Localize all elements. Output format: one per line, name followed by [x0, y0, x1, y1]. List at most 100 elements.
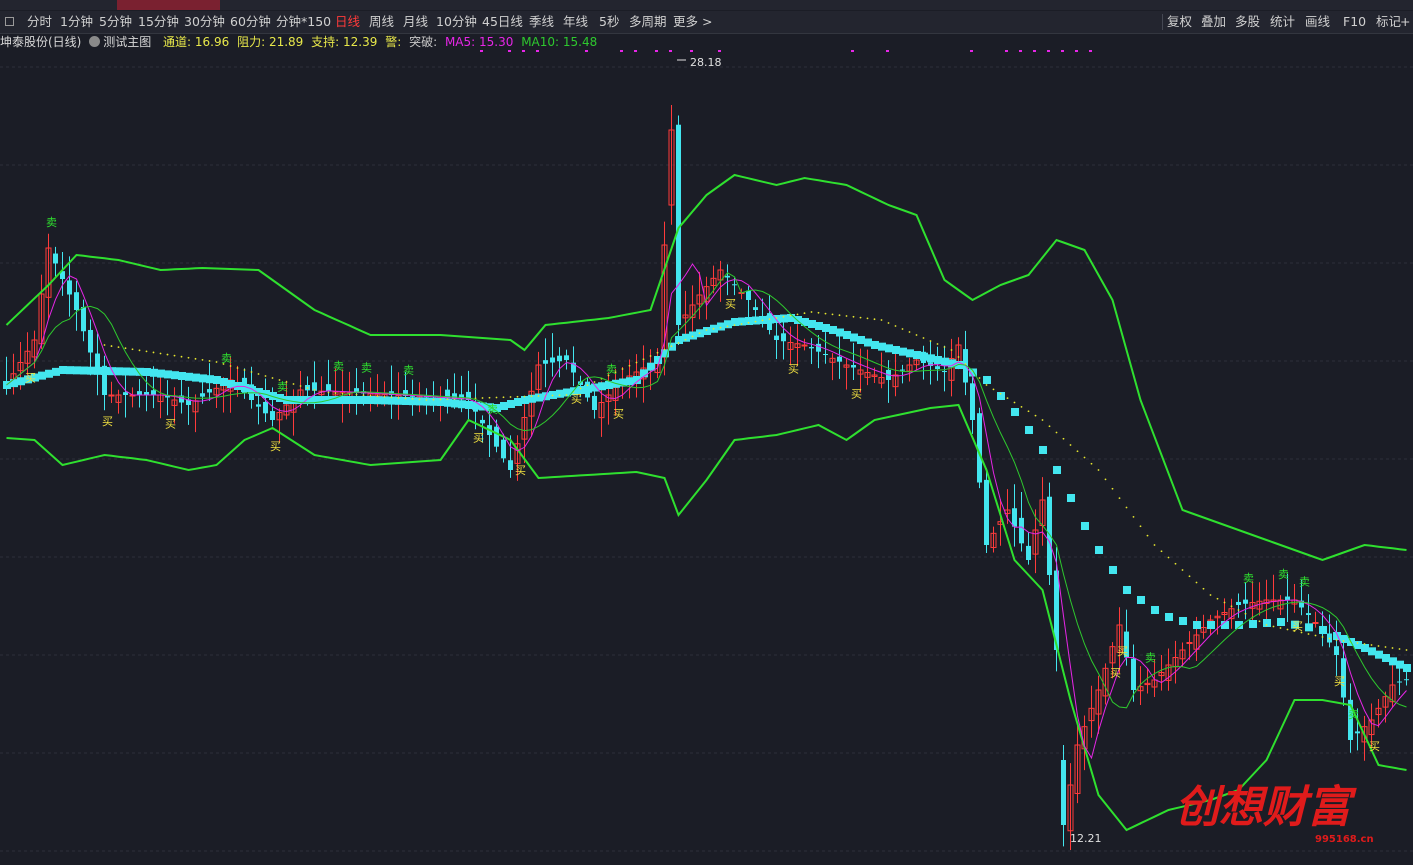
sar-dot [229, 365, 232, 367]
sar-dot [1356, 642, 1359, 644]
candle-body-down [725, 275, 730, 278]
buy-signal-label: 买 [1110, 667, 1121, 680]
ribbon-segment [1375, 650, 1383, 659]
period-toolbar: 分时 1分钟 5分钟 15分钟 30分钟 60分钟 分钟*150 日线 周线 月线 10分钟 45日线… [0, 11, 1413, 34]
ribbon-segment [381, 396, 389, 405]
period-tab-7[interactable]: 日线 [335, 11, 360, 33]
candle-body-down [942, 371, 947, 373]
sar-dot [537, 395, 540, 397]
ribbon-segment [206, 375, 214, 384]
ribbon-segment [808, 320, 816, 328]
sell-signal-label: 卖 [277, 381, 288, 394]
ribbon-segment [465, 401, 473, 409]
ribbon-segment [1165, 613, 1173, 621]
tool-button-4[interactable]: 画线 [1305, 11, 1330, 33]
sar-dot [411, 398, 414, 400]
top-alert-marker [585, 50, 588, 52]
tool-button-2[interactable]: 多股 [1235, 11, 1260, 33]
sar-dot [880, 319, 883, 321]
period-tab-1[interactable]: 1分钟 [60, 11, 93, 33]
sar-dot [187, 356, 190, 359]
period-tab-8[interactable]: 周线 [369, 11, 394, 33]
period-tab-9[interactable]: 月线 [403, 11, 428, 33]
sell-signal-label: 卖 [403, 364, 414, 377]
sar-dot [1062, 437, 1065, 440]
top-alert-marker [522, 50, 525, 52]
buy-signal-label: 买 [270, 440, 281, 453]
ribbon-segment [514, 398, 522, 406]
sar-dot [418, 398, 421, 401]
period-tab-3[interactable]: 15分钟 [138, 11, 179, 33]
ribbon-segment [864, 338, 872, 347]
ribbon-segment [752, 316, 760, 325]
tool-button-3[interactable]: 统计 [1270, 11, 1295, 33]
candle-body-down [809, 347, 814, 349]
top-alert-marker [1005, 50, 1008, 52]
support-value: 支持: 12.39 [311, 35, 378, 49]
top-alert-marker [536, 50, 539, 52]
period-tab-14[interactable]: 5秒 [599, 11, 619, 33]
candle-body-down [557, 355, 562, 362]
ribbon-segment [591, 383, 599, 392]
period-tab-11[interactable]: 45日线 [482, 11, 523, 33]
ribbon-segment [1249, 620, 1257, 628]
sar-dot [831, 313, 834, 316]
candlestick-chart[interactable]: 买买 买买买买买买买买买买买买买买卖卖卖卖卖卖卖卖卖卖 卖卖卖28.1812.21创… [0, 50, 1413, 865]
tool-button-0[interactable]: 复权 [1167, 11, 1192, 33]
panel-toggle-icon[interactable] [5, 17, 14, 26]
ribbon-segment [878, 342, 886, 351]
period-tab-6[interactable]: 分钟*150 [276, 11, 331, 33]
candle-body-down [1306, 613, 1311, 615]
sar-dot [894, 325, 897, 327]
active-window-tab[interactable] [117, 0, 220, 10]
top-alert-marker [851, 50, 854, 52]
tool-button-1[interactable]: 叠加 [1201, 11, 1226, 33]
ribbon-segment [52, 367, 60, 376]
ribbon-segment [857, 336, 865, 344]
sar-dot [1006, 397, 1009, 400]
sar-dot [509, 396, 512, 398]
buy-signal-label: 买 [25, 371, 36, 384]
ribbon-segment [717, 322, 725, 331]
period-tab-16[interactable]: 更多 > [673, 11, 712, 33]
candle-body-up [801, 344, 808, 347]
add-icon[interactable]: + [1400, 11, 1410, 33]
top-alert-marker [620, 50, 623, 52]
ribbon-segment [682, 333, 690, 342]
sar-dot [705, 329, 708, 331]
tool-button-5[interactable]: F10 [1343, 11, 1366, 33]
sar-dot [446, 398, 449, 401]
ribbon-segment [780, 314, 788, 323]
candle-body-down [1285, 596, 1290, 600]
sar-dot [698, 332, 701, 335]
top-alert-marker [1047, 50, 1050, 52]
period-tab-12[interactable]: 季线 [529, 11, 554, 33]
ribbon-segment [451, 399, 459, 408]
period-tab-10[interactable]: 10分钟 [436, 11, 477, 33]
ribbon-segment [290, 396, 298, 404]
ribbon-segment [983, 376, 991, 384]
sar-dot [1335, 639, 1338, 641]
top-alert-marker [1019, 50, 1022, 52]
sar-dot [488, 396, 491, 399]
buy-signal-label: 买 [1292, 620, 1303, 633]
candle-body-down [837, 356, 842, 362]
period-tab-5[interactable]: 60分钟 [230, 11, 271, 33]
sar-dot [530, 395, 533, 398]
indicator-dropdown[interactable]: 测试主图 [89, 35, 155, 49]
top-alert-marker [718, 50, 721, 52]
sar-dot [1188, 575, 1191, 578]
period-tab-15[interactable]: 多周期 [629, 11, 667, 33]
sell-signal-label: 卖 [606, 363, 617, 376]
sar-dot [1405, 649, 1408, 651]
sar-dot [236, 367, 239, 369]
period-tab-13[interactable]: 年线 [563, 11, 588, 33]
period-tab-0[interactable]: 分时 [27, 11, 52, 33]
period-tab-2[interactable]: 5分钟 [99, 11, 132, 33]
sar-dot [656, 351, 659, 354]
tool-button-6[interactable]: 标记 [1376, 11, 1401, 33]
ribbon-segment [458, 400, 466, 409]
high-price-label: 28.18 [690, 56, 722, 69]
ribbon-segment [1025, 426, 1033, 434]
period-tab-4[interactable]: 30分钟 [184, 11, 225, 33]
